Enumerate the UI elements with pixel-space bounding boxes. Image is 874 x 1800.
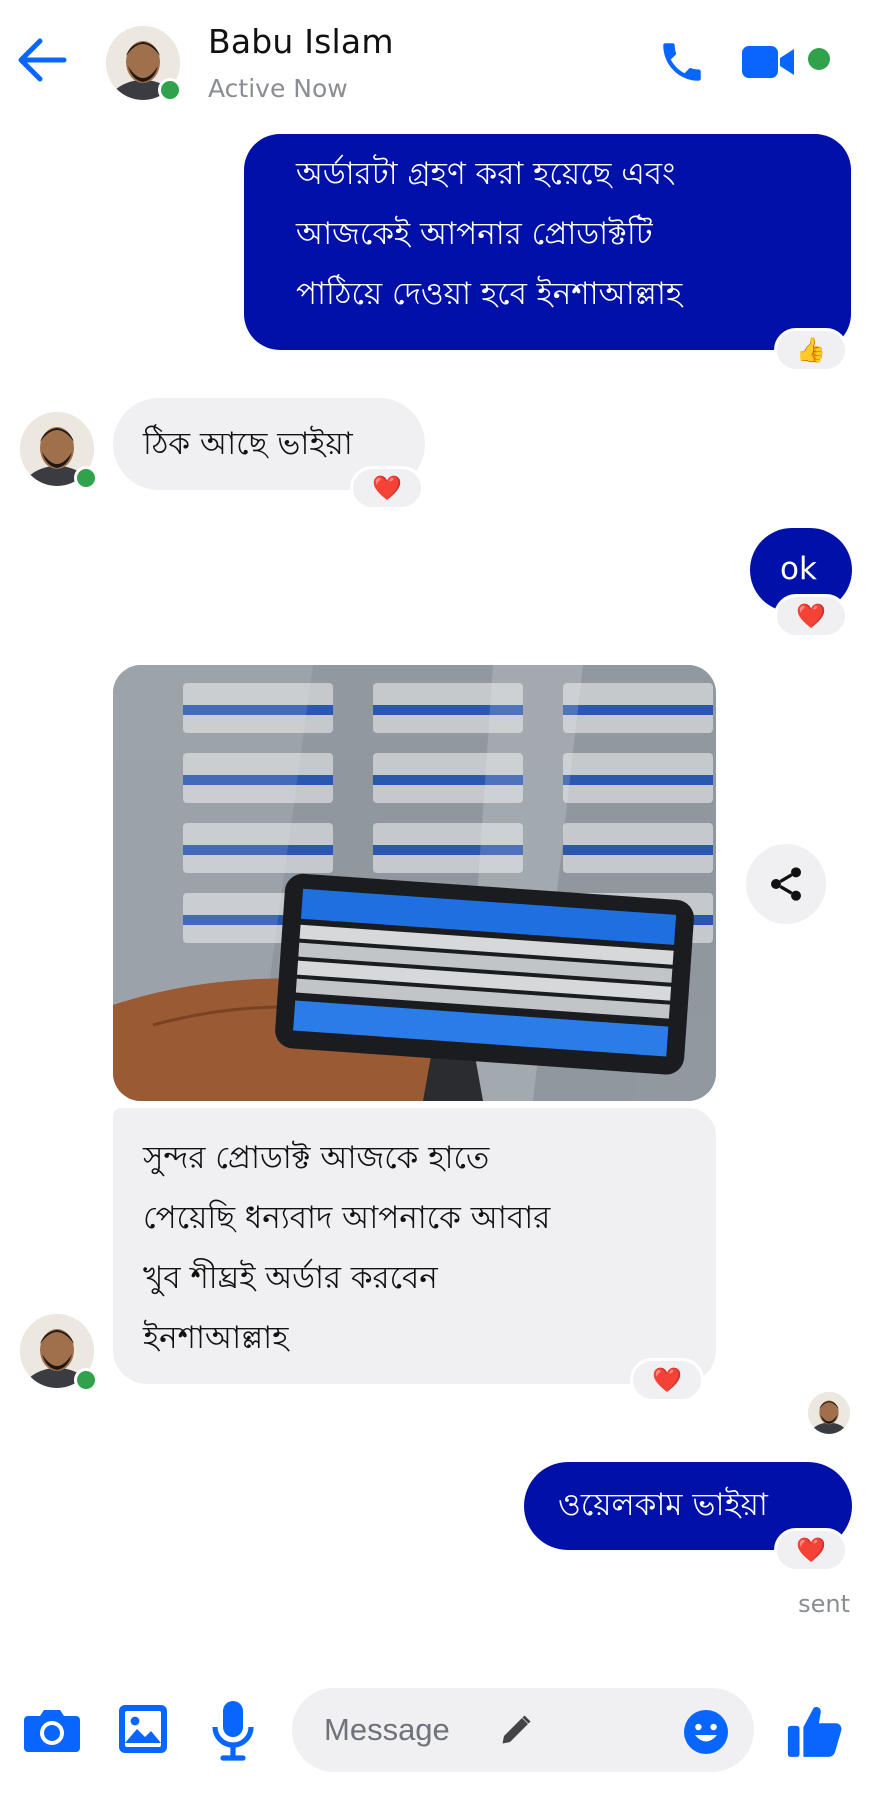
contact-name[interactable]: Babu Islam — [208, 22, 394, 61]
reaction-badge[interactable]: ❤️ — [774, 594, 848, 638]
share-button[interactable] — [746, 844, 826, 924]
emoji-icon[interactable] — [682, 1708, 730, 1756]
message-input-box[interactable] — [292, 1688, 754, 1772]
razor-product-image — [113, 665, 716, 1101]
message-text: সুন্দর প্রোডাক্ট আজকে হাতে পেয়েছি ধন্যব… — [143, 1140, 551, 1356]
product-photo[interactable] — [113, 665, 716, 1101]
microphone-icon — [212, 1701, 254, 1761]
video-online-indicator — [808, 48, 830, 70]
reaction-badge[interactable]: 👍 — [774, 328, 848, 372]
active-status: Active Now — [208, 74, 348, 103]
reaction-emoji: ❤️ — [796, 1536, 826, 1564]
share-icon — [771, 867, 801, 901]
back-button[interactable] — [14, 32, 70, 88]
online-indicator — [158, 78, 182, 102]
header-avatar[interactable] — [106, 26, 182, 102]
online-indicator — [74, 1368, 98, 1392]
like-button[interactable] — [780, 1696, 850, 1766]
delivery-status: sent — [798, 1590, 850, 1618]
reaction-badge[interactable]: ❤️ — [350, 466, 424, 510]
camera-icon — [24, 1710, 80, 1752]
reaction-badge[interactable]: ❤️ — [774, 1528, 848, 1572]
sender-avatar — [20, 412, 98, 490]
thumbs-up-icon — [787, 1706, 842, 1757]
video-camera-icon — [742, 46, 794, 78]
call-button[interactable] — [650, 30, 714, 94]
message-input[interactable] — [322, 1711, 476, 1749]
voice-button[interactable] — [204, 1696, 262, 1764]
reaction-emoji: 👍 — [796, 336, 826, 364]
camera-button[interactable] — [20, 1700, 84, 1760]
reaction-emoji: ❤️ — [652, 1366, 682, 1394]
message-text: ওয়েলকাম ভাইয়া — [558, 1487, 768, 1523]
reaction-emoji: ❤️ — [372, 474, 402, 502]
message-text: ok — [780, 551, 817, 587]
gallery-icon — [119, 1705, 167, 1753]
message-text: ঠিক আছে ভাইয়া — [143, 426, 353, 462]
phone-icon — [663, 43, 701, 81]
sender-avatar — [20, 1314, 98, 1392]
online-indicator — [74, 466, 98, 490]
video-call-button[interactable] — [736, 30, 800, 94]
seen-avatar — [808, 1392, 850, 1434]
outgoing-message[interactable]: অর্ডারটা গ্রহণ করা হয়েছে এবং আজকেই আপনা… — [244, 134, 851, 350]
pencil-icon[interactable] — [498, 1712, 534, 1748]
gallery-button[interactable] — [112, 1698, 174, 1760]
incoming-message[interactable]: সুন্দর প্রোডাক্ট আজকে হাতে পেয়েছি ধন্যব… — [113, 1108, 716, 1384]
reaction-badge[interactable]: ❤️ — [630, 1358, 704, 1402]
back-arrow-icon — [18, 38, 67, 82]
reaction-emoji: ❤️ — [796, 602, 826, 630]
message-text: অর্ডারটা গ্রহণ করা হয়েছে এবং আজকেই আপনা… — [296, 156, 683, 312]
